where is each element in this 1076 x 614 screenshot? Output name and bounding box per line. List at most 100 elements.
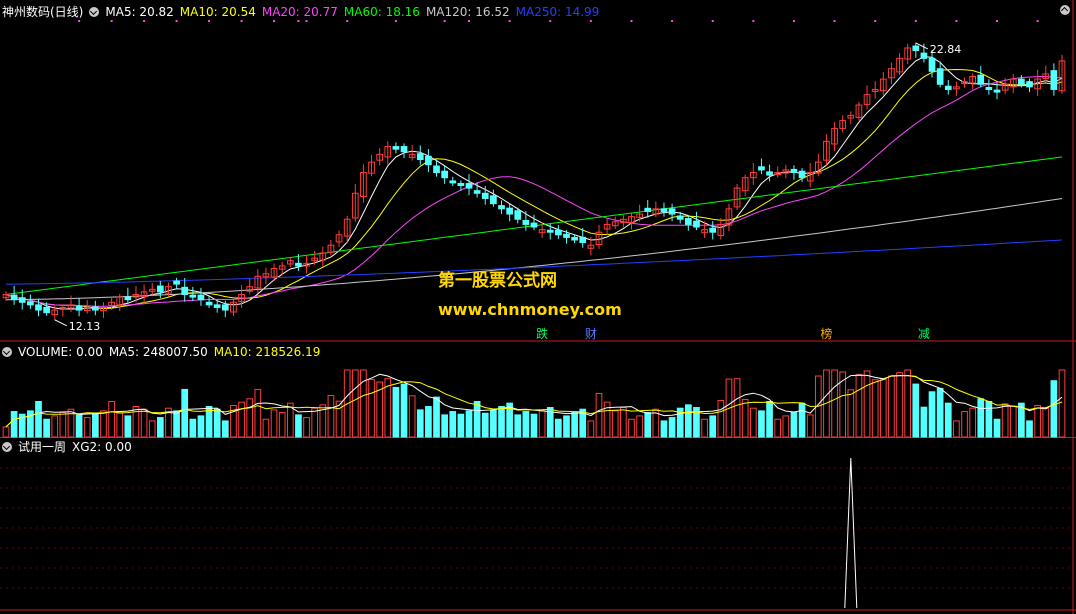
volume-bar: [985, 400, 993, 438]
volume-bar: [855, 373, 863, 438]
volume-bar: [278, 412, 286, 438]
candle-body: [425, 155, 432, 166]
signal-dot: [711, 20, 714, 22]
volume-bar: [213, 408, 221, 438]
event-marker: 跌: [536, 326, 548, 341]
signal-dot: [549, 20, 552, 22]
candle-body: [530, 222, 538, 228]
volume-bar: [847, 389, 855, 438]
volume-bar: [684, 404, 692, 438]
candle-body: [758, 166, 765, 171]
candle-body: [1050, 70, 1058, 90]
stock-name[interactable]: 神州数码(日线): [2, 5, 83, 19]
candle-body: [1026, 81, 1033, 88]
candle-body: [27, 301, 34, 306]
volume-bar: [75, 414, 83, 438]
volume-bar: [465, 410, 473, 438]
volume-bar: [1058, 369, 1066, 438]
signal-dot: [346, 20, 349, 22]
volume-bar: [555, 418, 562, 438]
xg2-menu-icon[interactable]: [2, 442, 12, 452]
candle-body: [993, 89, 1001, 93]
volume-bar: [969, 407, 976, 438]
candle-body: [197, 294, 205, 301]
candle-body: [571, 236, 578, 241]
volume-bar: [774, 418, 782, 438]
signal-dot: [833, 20, 836, 22]
volume-bar: [425, 406, 432, 438]
volume-bar: [798, 402, 806, 438]
candle-body: [514, 210, 522, 220]
volume-bar: [246, 398, 254, 438]
volume-bar: [806, 414, 814, 438]
volume-bar: [733, 378, 741, 438]
volume-bar: [140, 408, 148, 438]
event-marker: 财: [585, 327, 597, 341]
volume-bar: [116, 412, 124, 438]
volume-bar: [920, 406, 928, 438]
volume-bar: [1050, 380, 1058, 438]
signal-dot: [297, 20, 300, 22]
volume-bar: [888, 375, 895, 438]
xg2-value: XG2: 0.00: [72, 440, 132, 454]
event-marker: 减: [918, 327, 930, 341]
volume-menu-icon[interactable]: [2, 347, 12, 357]
candle-body: [92, 306, 99, 311]
signal-dot: [630, 20, 633, 22]
ma5-label: MA5: 20.82: [105, 5, 174, 19]
candle-body: [156, 285, 164, 293]
panel-collapse-icon[interactable]: [1060, 5, 1070, 15]
volume-bar: [790, 412, 798, 438]
signal-dot: [240, 20, 243, 22]
ma250-label: MA250: 14.99: [515, 5, 600, 19]
volume-bar: [124, 415, 132, 438]
candle-body: [416, 153, 424, 161]
candle-body: [498, 205, 505, 210]
volume-bar: [863, 370, 871, 438]
signal-dot: [996, 20, 999, 22]
candle-body: [920, 52, 928, 59]
volume-bar: [400, 383, 408, 438]
volume-bar: [408, 395, 416, 438]
volume-bar: [43, 418, 50, 438]
signal-dot: [752, 20, 755, 22]
candle-body: [506, 207, 513, 215]
volume-bar: [238, 401, 245, 438]
candle-body: [481, 192, 489, 199]
candle-body: [944, 85, 952, 90]
candle-body: [766, 171, 773, 176]
candle-body: [35, 304, 42, 311]
candle-body: [522, 220, 530, 225]
volume-bar: [270, 409, 278, 438]
volume-bar: [311, 407, 319, 438]
low-marker-label: 12.13: [69, 320, 101, 333]
candle-body: [124, 296, 132, 301]
volume-bar: [993, 418, 1001, 438]
volume-ma10-label: MA10: 218526.19: [213, 345, 321, 359]
volume-bar: [156, 417, 164, 438]
candle-body: [221, 304, 229, 311]
candle-body: [579, 236, 587, 244]
volume-bar: [530, 413, 538, 438]
candle-body: [10, 294, 18, 301]
volume-title: VOLUME: 0.00: [18, 345, 103, 359]
volume-bar: [262, 418, 270, 438]
volume-bar: [620, 407, 627, 438]
volume-bar: [936, 387, 944, 438]
volume-bar: [782, 415, 790, 438]
volume-bar: [449, 411, 457, 438]
volume-bar: [441, 414, 448, 438]
candle-body: [43, 306, 50, 314]
indicator-menu-icon[interactable]: [89, 7, 100, 17]
volume-bar: [912, 383, 920, 438]
watermark-title: 第一股票公式网: [438, 271, 557, 291]
volume-bar: [303, 417, 310, 438]
volume-bar: [433, 396, 440, 438]
volume-panel-legend: VOLUME: 0.00 MA5: 248007.50 MA10: 218526.1…: [2, 345, 326, 359]
xg2-signal-spike: [844, 457, 858, 609]
low-marker-arrow: [54, 319, 67, 327]
candle-body: [798, 170, 806, 179]
candle-body: [928, 57, 936, 72]
xg2-panel-legend: 试用一周 XG2: 0.00: [2, 440, 138, 454]
volume-bar: [896, 372, 903, 438]
